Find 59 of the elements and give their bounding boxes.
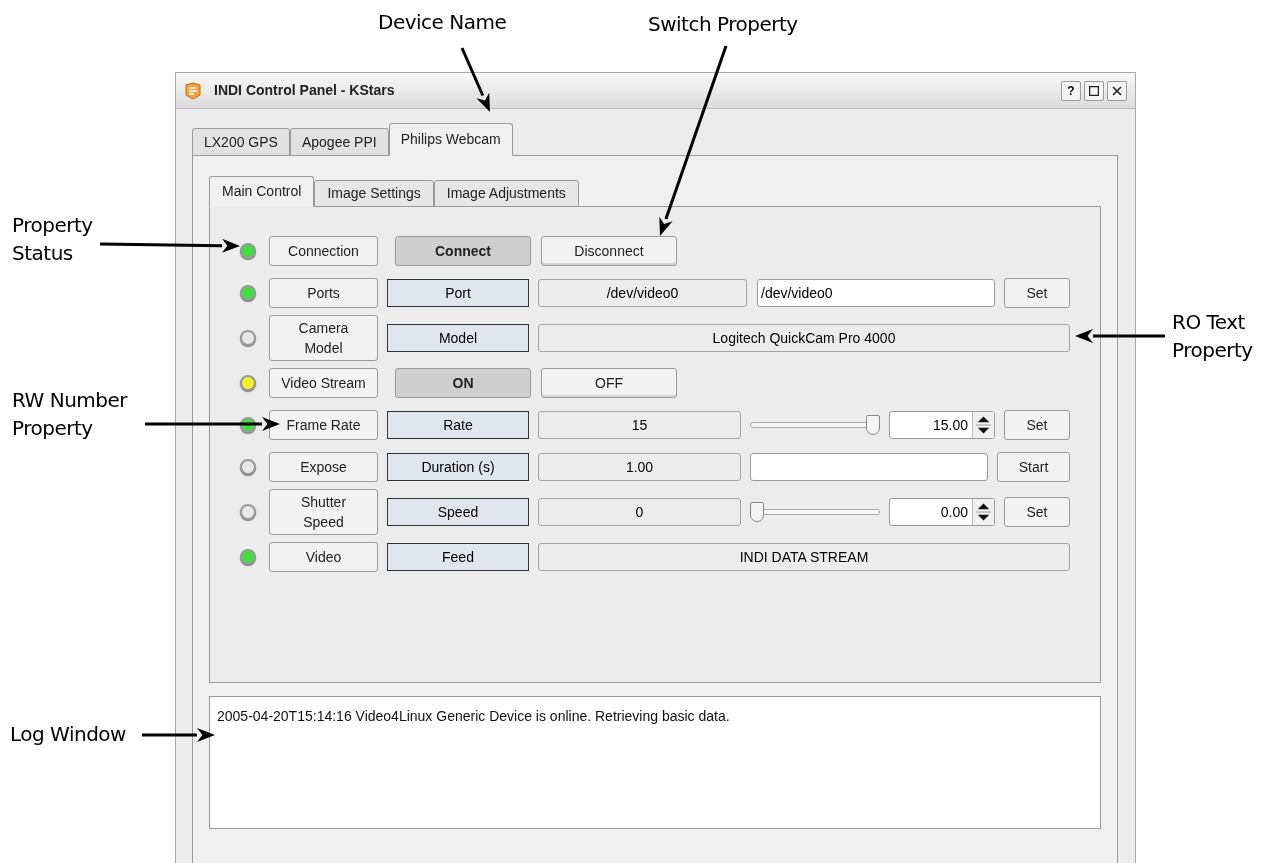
help-button[interactable]: ? xyxy=(1061,80,1081,101)
property-label[interactable]: Shutter Speed xyxy=(269,489,378,535)
annotation-label: Switch Property xyxy=(648,11,798,38)
property-label[interactable]: Frame Rate xyxy=(269,410,378,440)
element-label: Rate xyxy=(387,411,529,439)
element-label: Speed xyxy=(387,498,529,526)
window-title: INDI Control Panel - KStars xyxy=(214,81,395,100)
close-icon xyxy=(1112,85,1122,96)
device-tab[interactable]: LX200 GPS xyxy=(192,128,290,156)
spin-arrows-icon[interactable] xyxy=(972,412,994,438)
slider[interactable] xyxy=(750,414,880,436)
device-tab[interactable]: Apogee PPI xyxy=(289,128,389,156)
group-tab[interactable]: Main Control xyxy=(209,176,315,207)
set-button[interactable]: Set xyxy=(1004,278,1070,308)
property-label[interactable]: Video Stream xyxy=(269,368,378,398)
element-label: Duration (s) xyxy=(387,453,529,481)
current-value: 15 xyxy=(538,411,741,439)
log-message: 2005-04-20T15:14:16 Video4Linux Generic Device is online. Retrieving basic data. xyxy=(217,708,730,724)
spin-box[interactable]: 0.00 xyxy=(889,498,995,526)
annotation-label: RW Number Property xyxy=(12,387,129,442)
maximize-icon xyxy=(1089,85,1099,96)
property-label[interactable]: Connection xyxy=(269,236,378,266)
annotation-label: RO Text Property xyxy=(1172,309,1254,364)
property-label[interactable]: Video xyxy=(269,542,378,572)
set-button[interactable]: Set xyxy=(1004,497,1070,527)
maximize-button[interactable] xyxy=(1084,80,1104,101)
annotation-label: Property Status xyxy=(12,212,94,267)
annotation-label: Log Window xyxy=(10,721,126,748)
set-button[interactable]: Set xyxy=(1004,410,1070,440)
current-value: 1.00 xyxy=(538,453,741,481)
element-label: Port xyxy=(387,279,529,307)
current-value: /dev/video0 xyxy=(538,279,747,307)
spin-box[interactable]: 15.00 xyxy=(889,411,995,439)
text-field[interactable]: /dev/video0 xyxy=(757,279,995,307)
annotation-label: Device Name xyxy=(378,9,507,36)
switch-button[interactable]: OFF xyxy=(541,368,677,398)
property-label[interactable]: Ports xyxy=(269,278,378,308)
slider[interactable] xyxy=(750,501,880,523)
element-label: Feed xyxy=(387,543,529,571)
current-value: 0 xyxy=(538,498,741,526)
close-button[interactable] xyxy=(1107,80,1127,101)
input-field[interactable] xyxy=(750,453,988,481)
current-value: Logitech QuickCam Pro 4000 xyxy=(538,324,1070,352)
switch-button[interactable]: ON xyxy=(395,368,531,398)
start-button[interactable]: Start xyxy=(997,452,1070,482)
switch-button[interactable]: Disconnect xyxy=(541,236,677,266)
property-label[interactable]: Camera Model xyxy=(269,315,378,361)
group-tab[interactable]: Image Settings xyxy=(314,180,434,207)
group-tab[interactable]: Image Adjustments xyxy=(433,180,579,207)
switch-button[interactable]: Connect xyxy=(395,236,531,266)
element-label: Model xyxy=(387,324,529,352)
spin-arrows-icon[interactable] xyxy=(972,499,994,525)
property-label[interactable]: Expose xyxy=(269,452,378,482)
app-icon xyxy=(184,81,202,100)
annotation-arrow xyxy=(460,47,490,112)
slider-thumb[interactable] xyxy=(866,415,880,435)
current-value: INDI DATA STREAM xyxy=(538,543,1070,571)
device-tab[interactable]: Philips Webcam xyxy=(388,123,513,156)
slider-thumb[interactable] xyxy=(750,502,764,522)
